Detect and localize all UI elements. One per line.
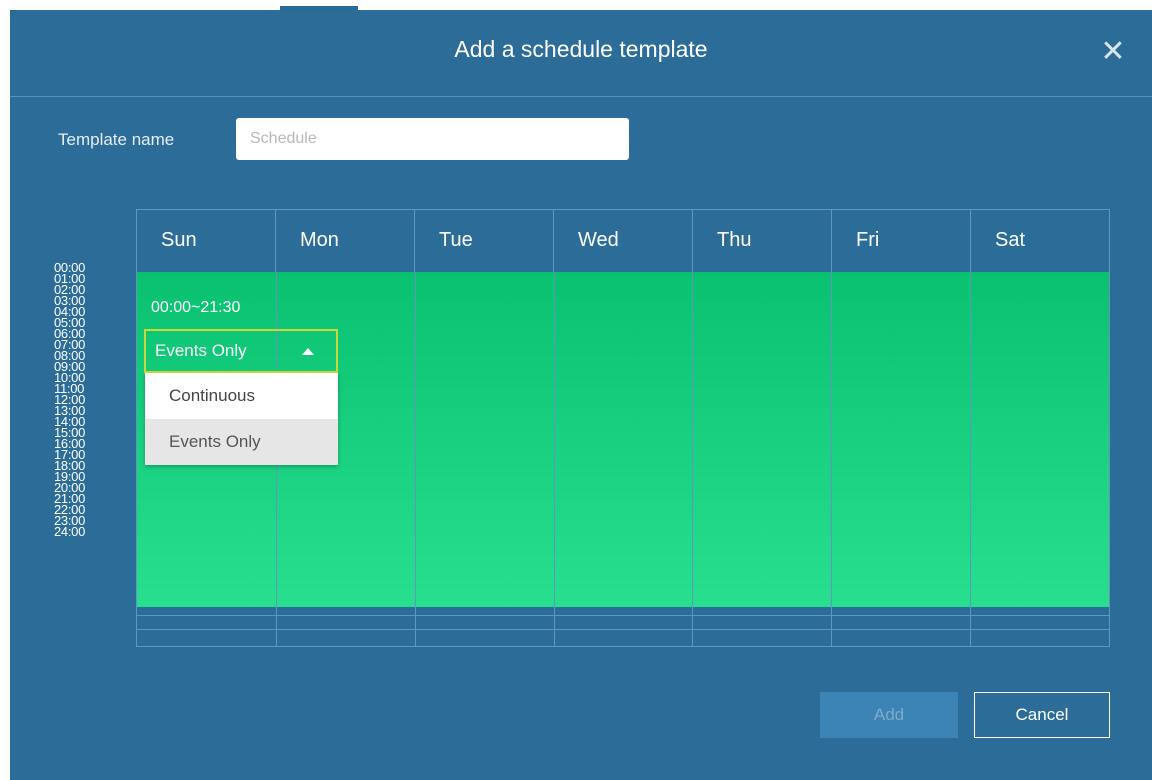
template-name-label: Template name — [58, 130, 175, 149]
day-header-sat: Sat — [995, 229, 1026, 251]
grid-column-divider — [831, 272, 832, 646]
day-header-tue: Tue — [415, 210, 554, 272]
add-button[interactable]: Add — [820, 692, 958, 738]
schedule-range-label: 00:00~21:30 — [151, 299, 241, 316]
dialog-header: Add a schedule template ✕ — [10, 10, 1152, 97]
day-header-thu: Thu — [693, 210, 832, 272]
option-continuous[interactable]: Continuous — [145, 373, 338, 419]
close-icon[interactable]: ✕ — [1097, 36, 1129, 68]
top-strip — [0, 0, 1152, 10]
day-header-wed: Wed — [554, 210, 693, 272]
day-header-mon: Mon — [276, 210, 415, 272]
template-name-input[interactable] — [236, 118, 629, 160]
recording-mode-menu: Continuous Events Only — [145, 373, 338, 465]
hour-label: 24:00 — [54, 524, 86, 539]
cancel-button[interactable]: Cancel — [974, 692, 1110, 738]
grid-column-divider — [554, 272, 555, 646]
grid-row-divider — [137, 629, 1109, 630]
hour-labels: 00:00 01:00 02:00 03:00 04:00 05:00 06:00 07:00… — [54, 261, 114, 539]
caret-up-icon — [302, 348, 314, 355]
grid-column-divider — [970, 272, 971, 646]
recording-mode-selected: Events Only — [155, 341, 247, 360]
option-events-only[interactable]: Events Only — [145, 419, 338, 465]
dialog-title: Add a schedule template — [454, 36, 708, 62]
grid-row-divider — [137, 615, 1109, 616]
day-header-row: Sun Mon Tue Wed Thu Fri Sat — [137, 210, 1109, 272]
grid-column-divider — [415, 272, 416, 646]
day-header-fri: Fri — [832, 210, 971, 272]
grid-column-divider — [692, 272, 693, 646]
day-header-sun: Sun — [137, 210, 276, 272]
recording-mode-dropdown[interactable]: Events Only — [144, 329, 338, 373]
